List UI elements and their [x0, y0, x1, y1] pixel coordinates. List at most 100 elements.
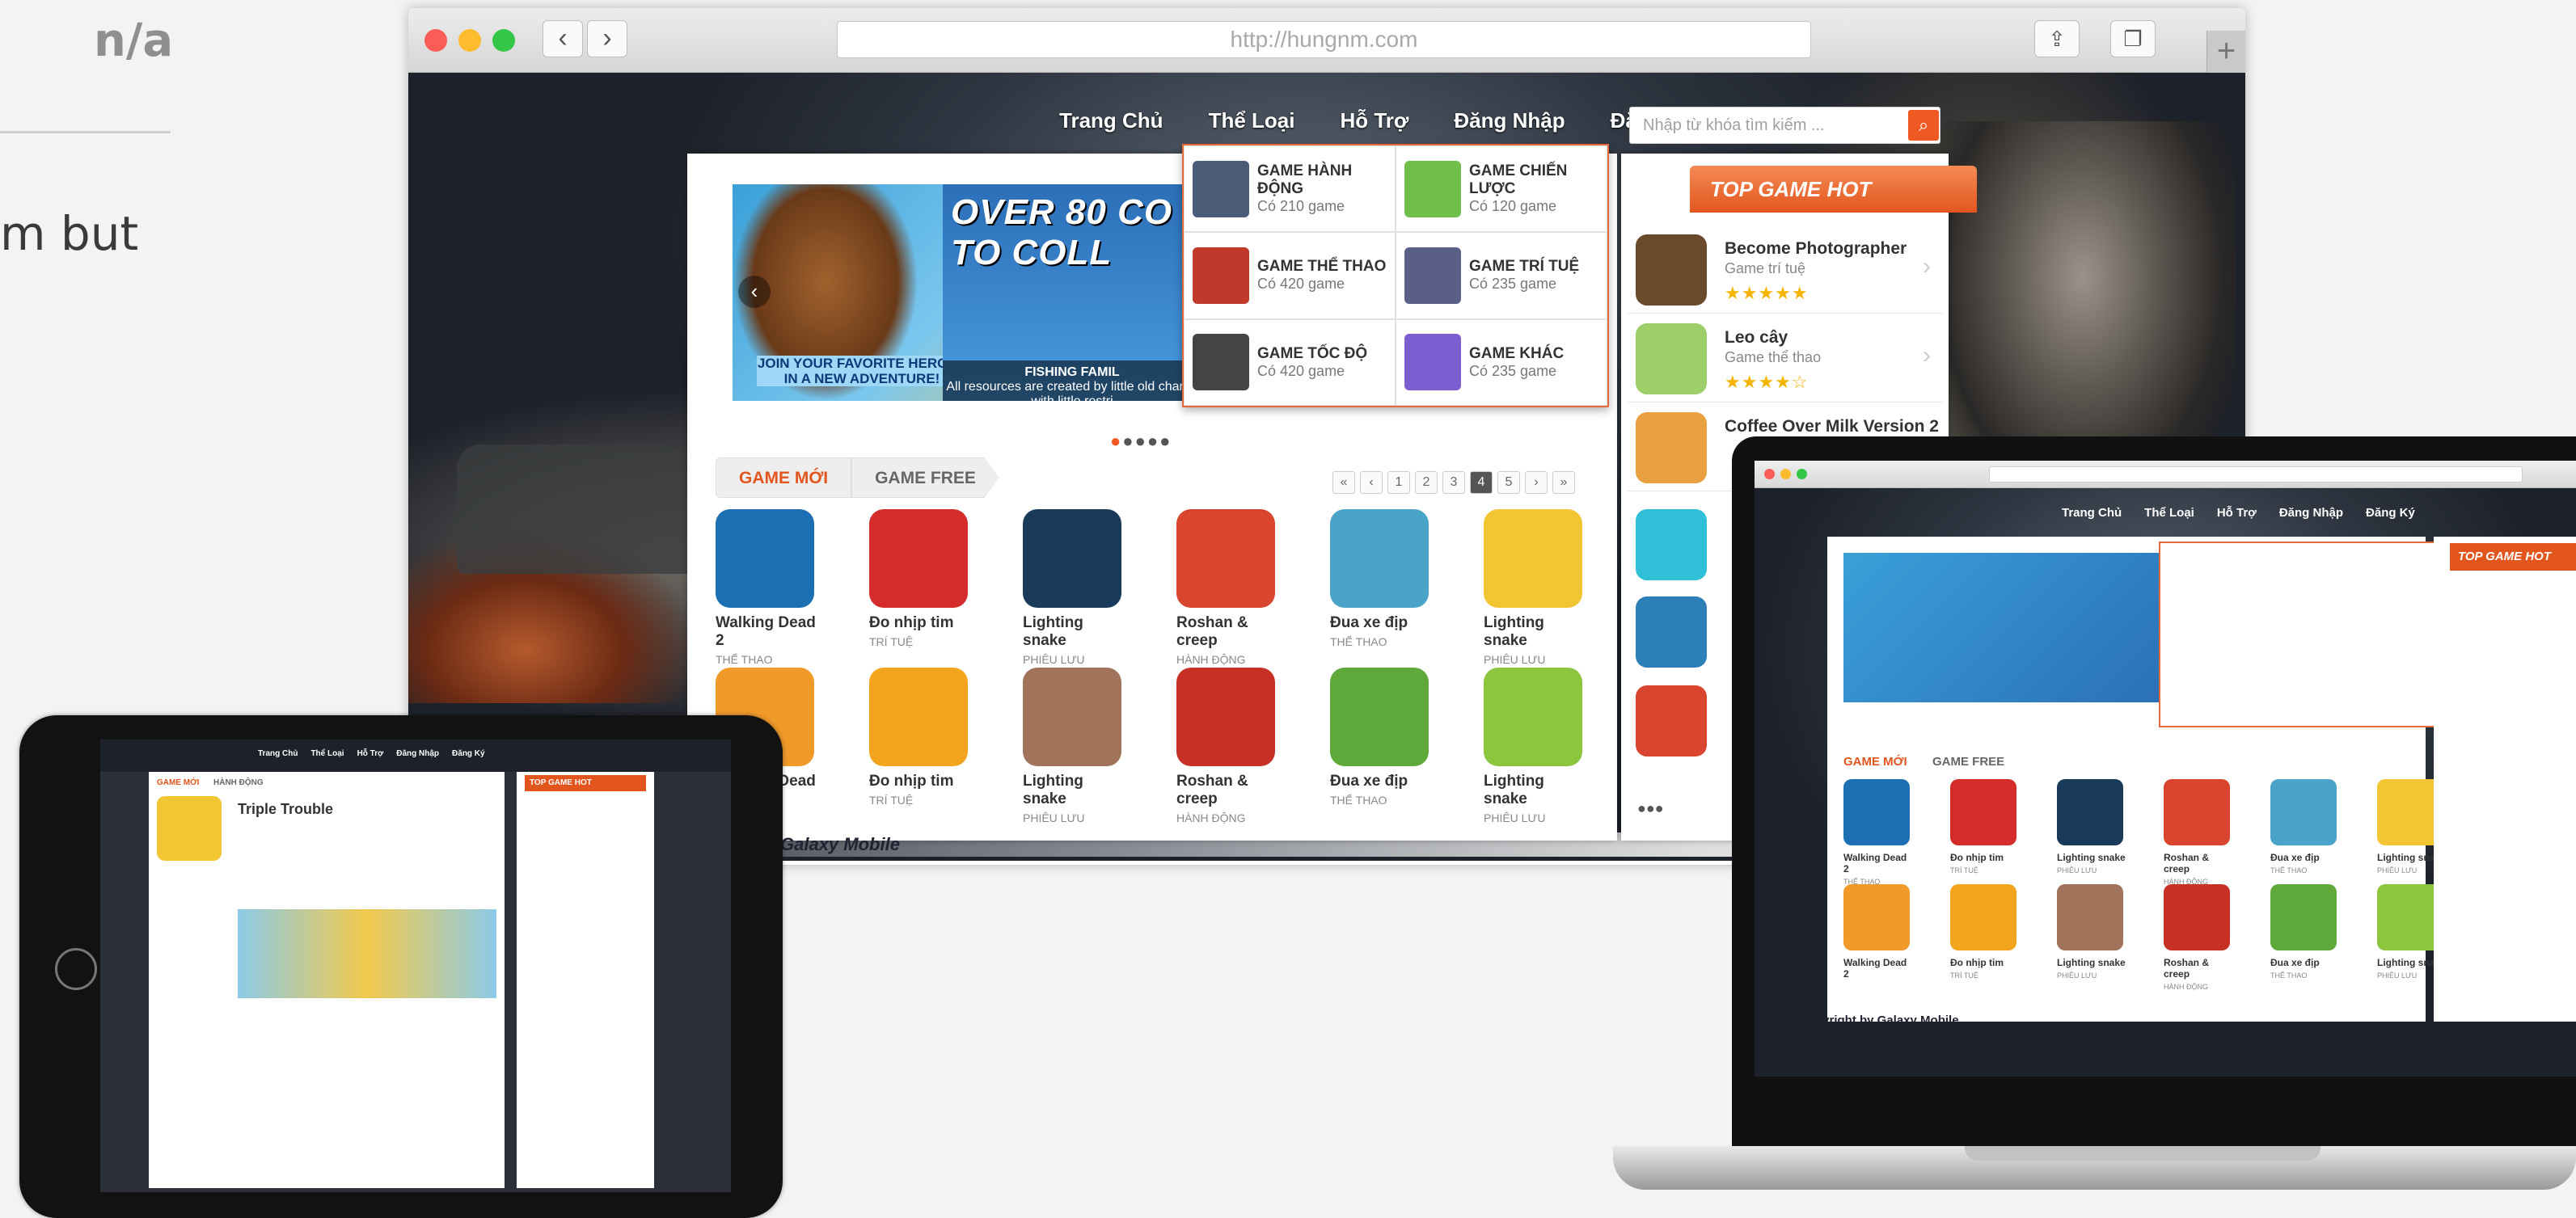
back-button[interactable]: ‹	[543, 20, 583, 57]
laptop-nav: Trang Chủ Thể Loại Hỗ Trợ Đăng Nhập Đăng…	[2062, 506, 2415, 520]
category-item[interactable]: GAME CHIẾN LƯỢC Có 120 game	[1396, 145, 1607, 233]
nav-category[interactable]: Thể Loại	[1209, 108, 1295, 141]
top-game-icon	[1636, 412, 1707, 483]
nav-category: Thể Loại	[2144, 506, 2194, 520]
top-game-name: Become Photographer	[1725, 239, 1907, 258]
address-bar[interactable]: http://hungnm.com	[837, 21, 1811, 58]
game-name: Lighting snake	[1023, 773, 1083, 807]
chevron-right-icon[interactable]: ›	[1923, 253, 1931, 280]
game-name: Đo nhịp tim	[869, 614, 954, 631]
category-item[interactable]: GAME TRÍ TUỆ Có 235 game	[1396, 232, 1607, 319]
caption-title: FISHING FAMIL	[1024, 365, 1120, 379]
game-card[interactable]: Đua xe địp THỂ THAO	[1330, 509, 1435, 666]
partial-label: n/a	[94, 15, 174, 67]
game-card[interactable]: Đo nhịp tim TRÍ TUỆ	[1950, 779, 2020, 886]
tab-new-games[interactable]: GAME MỚI	[716, 457, 852, 498]
game-category: TRÍ TUỆ	[869, 635, 914, 648]
banner-text: JOIN YOUR FAVORITE HEROES IN A NEW ADVEN…	[757, 356, 967, 386]
tablet-device: Trang Chủ Thể Loại Hỗ Trợ Đăng Nhập Đăng…	[19, 715, 783, 1218]
bing-app-icon[interactable]	[1636, 509, 1707, 580]
page-2[interactable]: 2	[1415, 471, 1438, 494]
nav-login[interactable]: Đăng Nhập	[1454, 108, 1565, 141]
category-item[interactable]: GAME HÀNH ĐỘNG Có 210 game	[1184, 145, 1396, 233]
game-category: PHIÊU LƯU	[1484, 653, 1546, 666]
game-card[interactable]: Lighting snake PHIÊU LƯU	[2057, 884, 2126, 991]
slider-prev-icon[interactable]: ‹	[738, 276, 771, 308]
share-icon[interactable]: ⇪	[2034, 20, 2080, 57]
category-title: GAME KHÁC	[1469, 344, 1565, 362]
nav-support: Hỗ Trợ	[2216, 506, 2257, 520]
game-card[interactable]: Đua xe địp THỂ THAO	[1330, 668, 1435, 824]
rating-stars: ★★★★★	[1725, 283, 1809, 303]
game-card[interactable]: Đo nhịp tim TRÍ TUỆ	[869, 668, 974, 824]
game-card[interactable]: Roshan & creep HÀNH ĐỘNG	[1176, 509, 1282, 666]
category-icon	[1193, 334, 1249, 391]
game-card[interactable]: Lighting snake PHIÊU LƯU	[2057, 779, 2126, 886]
maximize-dot-icon[interactable]	[492, 29, 515, 52]
game-card[interactable]: Roshan & creep HÀNH ĐỘNG	[2164, 884, 2233, 991]
nav-home: Trang Chủ	[2062, 506, 2122, 520]
nav-home[interactable]: Trang Chủ	[1059, 108, 1163, 141]
game-card[interactable]: Lighting snake PHIÊU LƯU	[1023, 668, 1128, 824]
category-item[interactable]: GAME THỂ THAO Có 420 game	[1184, 232, 1396, 319]
category-icon	[1193, 160, 1249, 217]
new-tab-button[interactable]: +	[2206, 31, 2245, 73]
game-app-icon[interactable]	[1636, 685, 1707, 757]
game-card[interactable]: Lighting snake PHIÊU LƯU	[1023, 509, 1128, 666]
game-category: PHIÊU LƯU	[1484, 811, 1546, 824]
top-game-title: TOP GAME HOT	[1690, 166, 1977, 213]
chevron-right-icon[interactable]: ›	[1923, 342, 1931, 369]
nav-support[interactable]: Hỗ Trợ	[1340, 108, 1408, 141]
forward-button[interactable]: ›	[587, 20, 627, 57]
top-game-item[interactable]: Leo cây Game thể thao ★★★★☆ ›	[1628, 314, 1943, 402]
tweetbot-app-icon[interactable]	[1636, 596, 1707, 668]
top-game-item[interactable]: Become Photographer Game trí tuệ ★★★★★ ›	[1628, 225, 1943, 314]
game-name: Roshan & creep	[2164, 852, 2210, 875]
page-last[interactable]: »	[1552, 471, 1575, 494]
game-icon	[869, 668, 968, 766]
tabs-icon[interactable]: ❐	[2110, 20, 2156, 57]
sidebar-dots[interactable]: ●●●	[1637, 800, 1664, 817]
game-card[interactable]: Đua xe địp THỂ THAO	[2270, 884, 2340, 991]
game-category: TRÍ TUỆ	[1950, 971, 1978, 980]
game-card[interactable]: Đo nhịp tim TRÍ TUỆ	[1950, 884, 2020, 991]
page-first[interactable]: «	[1332, 471, 1355, 494]
tab-free-games[interactable]: GAME FREE	[851, 457, 999, 498]
game-category: HÀNH ĐỘNG	[1176, 653, 1246, 666]
laptop-titlebar	[1755, 461, 2576, 488]
category-title: GAME HÀNH ĐỘNG	[1257, 162, 1353, 198]
page-next[interactable]: ›	[1525, 471, 1548, 494]
category-item[interactable]: GAME TỐC ĐỘ Có 420 game	[1184, 318, 1396, 406]
game-icon	[2164, 779, 2230, 845]
page-5[interactable]: 5	[1497, 471, 1520, 494]
category-title: GAME TRÍ TUỆ	[1469, 258, 1580, 276]
banner-title: OVER 80 CO TO COLL	[951, 192, 1173, 272]
game-card[interactable]: Đo nhịp tim TRÍ TUỆ	[869, 509, 974, 666]
tablet-screenshots	[238, 909, 496, 998]
game-card[interactable]: Walking Dead 2 THỂ THAO	[1843, 779, 1913, 886]
category-item[interactable]: GAME KHÁC Có 235 game	[1396, 318, 1607, 406]
close-dot-icon[interactable]	[424, 29, 447, 52]
page-1[interactable]: 1	[1387, 471, 1410, 494]
game-card[interactable]: Lighting snake PHIÊU LƯU	[1484, 509, 1589, 666]
game-card[interactable]: Walking Dead 2	[1843, 884, 1913, 991]
banner-slider[interactable]: JOIN YOUR FAVORITE HEROES IN A NEW ADVEN…	[733, 184, 1201, 401]
search-input[interactable]: Nhập từ khóa tìm kiếm ...	[1629, 107, 1940, 144]
game-card[interactable]: Roshan & creep HÀNH ĐỘNG	[2164, 779, 2233, 886]
game-card[interactable]: Lighting snake PHIÊU LƯU	[1484, 668, 1589, 824]
search-icon[interactable]: ⌕	[1908, 110, 1939, 141]
slider-dots[interactable]: ●●●●●	[1110, 431, 1172, 452]
game-icon	[1950, 884, 2016, 950]
page-prev[interactable]: ‹	[1360, 471, 1383, 494]
nav-register: Đăng Ký	[2366, 506, 2415, 520]
game-card[interactable]: Roshan & creep HÀNH ĐỘNG	[1176, 668, 1282, 824]
game-name: Roshan & creep	[1176, 614, 1248, 649]
game-card[interactable]: Walking Dead 2 THỂ THAO	[716, 509, 821, 666]
game-card[interactable]: Đua xe địp THỂ THAO	[2270, 779, 2340, 886]
page-4[interactable]: 4	[1470, 471, 1493, 494]
laptop-screen: Trang Chủ Thể Loại Hỗ Trợ Đăng Nhập Đăng…	[1755, 461, 2576, 1077]
home-button-icon[interactable]	[55, 948, 97, 990]
minimize-dot-icon[interactable]	[458, 29, 481, 52]
maximize-dot-icon	[1797, 469, 1807, 479]
page-3[interactable]: 3	[1442, 471, 1465, 494]
